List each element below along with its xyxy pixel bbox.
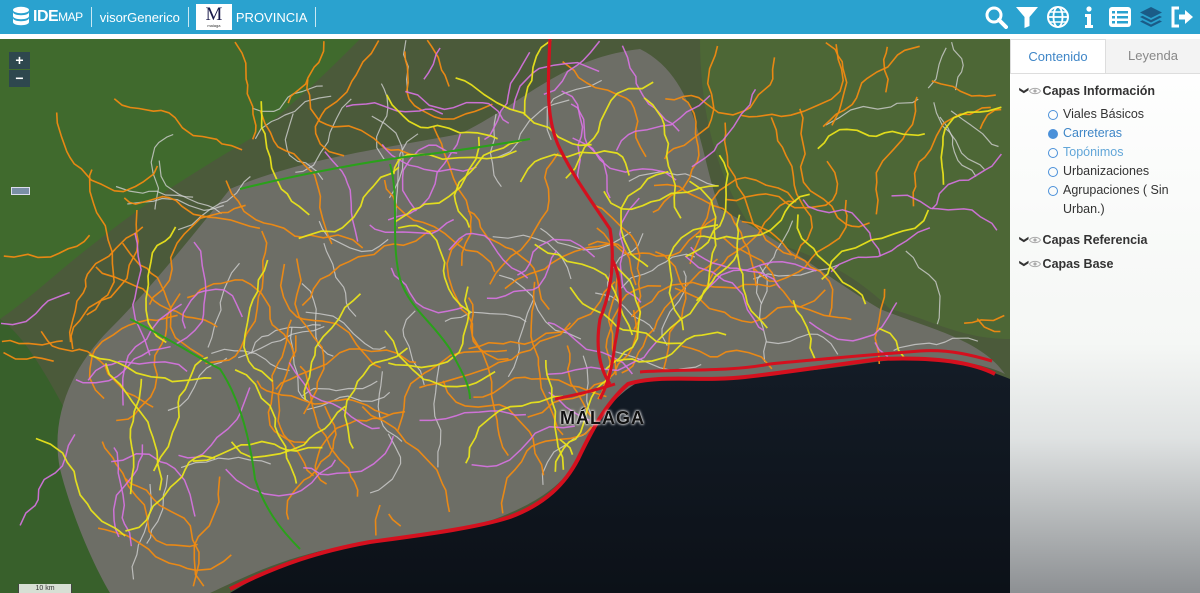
section-capas-referencia: ❯ Capas Referencia [1010, 231, 1200, 248]
globe-button[interactable] [1046, 5, 1070, 29]
section-header-base[interactable]: ❯ Capas Base [1010, 255, 1200, 272]
top-bar: IDEMAP visorGenerico M malaga PROVINCIA [0, 0, 1200, 34]
zoom-out-button[interactable]: − [9, 70, 30, 87]
list-icon [1109, 7, 1131, 27]
section-capas-informacion: ❯ Capas Información Viales Básicos Carre… [1010, 82, 1200, 219]
database-icon [13, 6, 29, 26]
search-icon [985, 6, 1008, 29]
zoom-control: + − [9, 52, 30, 257]
eye-icon[interactable] [1028, 260, 1041, 268]
logo-sub-text: MAP [58, 10, 83, 24]
layer-label: Agrupaciones ( Sin Urban.) [1063, 183, 1169, 216]
radio-button[interactable] [1048, 129, 1058, 139]
radio-button[interactable] [1048, 148, 1058, 158]
info-button[interactable] [1077, 5, 1101, 29]
list-button[interactable] [1108, 5, 1132, 29]
brand-caption: malaga [207, 23, 221, 28]
globe-icon [1047, 6, 1069, 28]
chevron-down-icon: ❯ [1019, 259, 1030, 268]
eye-icon[interactable] [1028, 87, 1041, 95]
viewer-name: visorGenerico [99, 9, 180, 25]
brand-letter: M [205, 4, 223, 25]
radio-button[interactable] [1048, 186, 1058, 196]
layer-item-toponimos[interactable]: Topónimos [1010, 143, 1200, 162]
layer-item-carreteras[interactable]: Carreteras [1010, 124, 1200, 143]
chevron-down-icon: ❯ [1019, 235, 1030, 244]
zoom-slider-handle[interactable] [11, 187, 30, 195]
filter-button[interactable] [1015, 5, 1039, 29]
tab-contenido[interactable]: Contenido [1010, 39, 1106, 73]
logout-button[interactable] [1170, 5, 1194, 29]
brand-logo: M malaga [195, 4, 232, 30]
logo-text: IDEMAP [33, 8, 83, 26]
side-panel: Contenido Leyenda ❯ Capas Información Vi… [1010, 39, 1200, 593]
panel-tabs: Contenido Leyenda [1010, 39, 1200, 74]
radio-button[interactable] [1048, 110, 1058, 120]
section-title: Capas Referencia [1042, 232, 1148, 247]
section-title: Capas Base [1042, 256, 1114, 271]
province-label: PROVINCIA [235, 9, 308, 25]
filter-icon [1016, 7, 1038, 28]
layer-item-agrupaciones[interactable]: Agrupaciones ( Sin Urban.) [1010, 181, 1200, 219]
radio-button[interactable] [1048, 167, 1058, 177]
tab-leyenda[interactable]: Leyenda [1106, 39, 1200, 73]
section-capas-base: ❯ Capas Base [1010, 255, 1200, 272]
layer-label: Carreteras [1063, 126, 1123, 140]
layer-item-urbanizaciones[interactable]: Urbanizaciones [1010, 162, 1200, 181]
header-divider [187, 7, 189, 27]
section-header-reference[interactable]: ❯ Capas Referencia [1010, 231, 1200, 248]
chevron-down-icon: ❯ [1019, 86, 1030, 95]
map-canvas[interactable]: + − MÁLAGA 10 km [0, 39, 1010, 593]
app-logo[interactable]: IDEMAP [12, 0, 83, 34]
layer-item-viales[interactable]: Viales Básicos [1010, 105, 1200, 124]
scale-bar: 10 km [18, 584, 72, 593]
section-header-info[interactable]: ❯ Capas Información [1010, 82, 1200, 99]
header-divider [315, 7, 317, 27]
search-button[interactable] [984, 5, 1008, 29]
layer-label: Urbanizaciones [1063, 164, 1150, 178]
layer-label: Topónimos [1063, 145, 1124, 159]
map-base-svg [0, 39, 1010, 593]
eye-icon[interactable] [1028, 236, 1041, 244]
layer-label: Viales Básicos [1063, 107, 1145, 121]
toolbar [977, 0, 1194, 34]
header-divider [90, 7, 92, 27]
logout-icon [1171, 6, 1193, 28]
layers-icon [1140, 7, 1162, 27]
section-title: Capas Información [1042, 83, 1156, 98]
logo-main-text: IDE [33, 8, 59, 25]
city-label: MÁLAGA [560, 408, 645, 428]
layers-button[interactable] [1139, 5, 1163, 29]
info-icon [1085, 6, 1093, 28]
zoom-in-button[interactable]: + [9, 52, 30, 69]
